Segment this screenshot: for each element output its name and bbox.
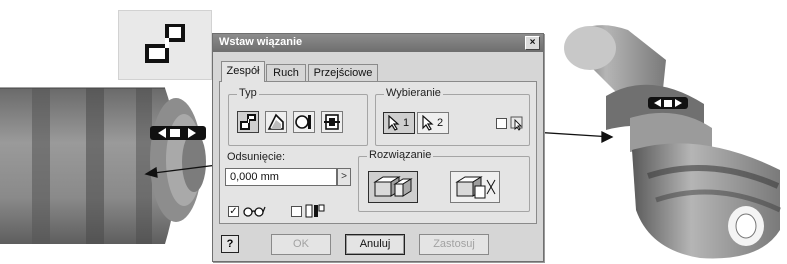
help-button[interactable]: ? <box>221 235 239 253</box>
select-arrow-icon <box>422 115 434 131</box>
tab-transitional[interactable]: Przejściowe <box>308 64 378 81</box>
first-occurrence-icon <box>510 116 523 131</box>
tangent-constraint-icon <box>295 115 311 129</box>
dialog-title-bar[interactable]: Wstaw wiązanie × <box>213 34 543 52</box>
offset-label: Odsunięcie: <box>227 151 286 163</box>
angle-constraint-icon <box>267 113 284 130</box>
first-selection-button[interactable]: 1 <box>383 112 415 134</box>
second-selection-label: 2 <box>437 117 444 129</box>
offset-input[interactable]: 0,000 mm <box>225 168 337 186</box>
aligned-solution-icon <box>455 176 496 199</box>
offset-menu-button[interactable]: > <box>337 168 351 186</box>
mate-type-button[interactable] <box>237 111 259 133</box>
solution-group-label: Rozwiązanie <box>367 149 434 161</box>
dialog-title: Wstaw wiązanie <box>219 36 303 48</box>
close-button[interactable]: × <box>525 36 540 50</box>
tab-assembly[interactable]: Zespół <box>221 61 265 82</box>
predict-offset-icon <box>305 204 325 218</box>
select-arrow-icon <box>388 115 400 131</box>
mate-constraint-large-icon <box>118 10 212 80</box>
type-group-label: Typ <box>237 87 259 99</box>
mate-constraint-icon <box>240 114 256 130</box>
tangent-type-button[interactable] <box>293 111 315 133</box>
ok-button[interactable]: OK <box>271 234 331 255</box>
right-shaft-part[interactable] <box>564 25 782 259</box>
first-occurrence-checkbox[interactable] <box>496 118 507 129</box>
angle-type-button[interactable] <box>265 111 287 133</box>
cancel-button[interactable]: Anuluj <box>345 234 405 255</box>
left-shaft-part[interactable] <box>0 87 206 244</box>
predict-offset-checkbox[interactable] <box>291 206 302 217</box>
right-mate-glyph-icon <box>648 97 688 109</box>
mate-constraint-icon <box>145 24 185 63</box>
tab-motion[interactable]: Ruch <box>266 64 306 81</box>
aligned-solution-button[interactable] <box>450 171 500 203</box>
apply-button[interactable]: Zastosuj <box>419 234 489 255</box>
show-preview-checkbox[interactable]: ✓ <box>228 206 239 217</box>
left-mate-glyph-icon <box>150 126 206 140</box>
first-selection-label: 1 <box>403 117 410 129</box>
opposed-solution-button[interactable] <box>368 171 418 203</box>
selections-group-label: Wybieranie <box>384 87 443 99</box>
opposed-solution-icon <box>373 176 413 197</box>
insert-type-button[interactable] <box>321 111 343 133</box>
glasses-icon <box>243 206 266 217</box>
place-constraint-dialog: Wstaw wiązanie × Zespół Ruch Przejściowe… <box>212 33 544 262</box>
insert-constraint-icon <box>324 114 340 130</box>
second-selection-button[interactable]: 2 <box>417 112 449 134</box>
